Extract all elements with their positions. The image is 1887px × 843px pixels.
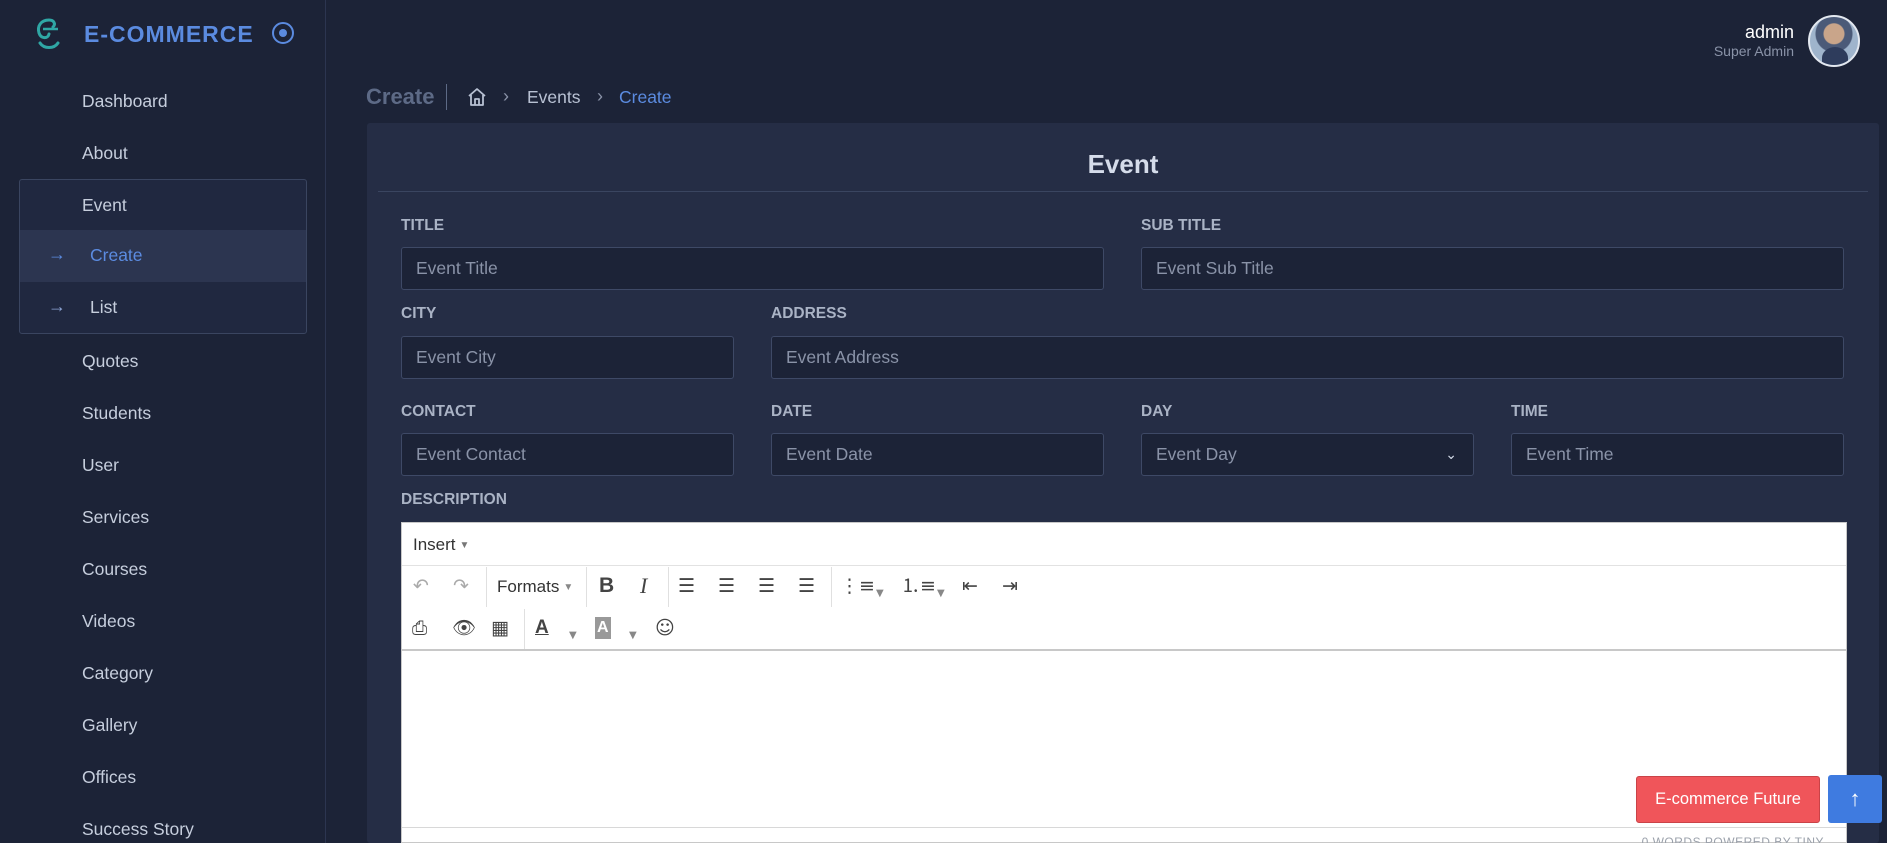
insert-menu-label: Insert (413, 535, 456, 554)
caret-down-icon[interactable]: ▼ (629, 625, 637, 647)
sidebar-item-courses[interactable]: Courses (82, 556, 147, 582)
address-label: ADDRESS (771, 305, 847, 322)
sidebar-item-event[interactable]: Event (82, 195, 127, 216)
chevron-down-icon: ⌄ (1445, 446, 1457, 462)
day-select-value: Event Day (1156, 444, 1237, 464)
sidebar-subitem-create[interactable]: → Create (20, 230, 306, 282)
sidebar-item-success-story[interactable]: Success Story (82, 816, 194, 842)
align-center-icon[interactable]: ☰ (718, 575, 735, 597)
user-name[interactable]: admin (1745, 22, 1794, 43)
caret-down-icon: ▼ (563, 582, 574, 594)
emoticon-icon[interactable]: ☺ (655, 617, 675, 639)
sidebar-item-gallery[interactable]: Gallery (82, 712, 137, 738)
toolbar-separator (524, 609, 525, 649)
sidebar-toggle-icon[interactable] (272, 22, 294, 44)
text-color-icon[interactable]: A (535, 617, 549, 639)
caret-down-icon[interactable]: ▼ (876, 583, 884, 605)
editor-statusbar: 0 WORDS POWERED BY TINY (1641, 835, 1824, 843)
numbered-list-icon[interactable]: ⒈≡ (901, 575, 936, 597)
sidebar-item-user[interactable]: User (82, 452, 119, 478)
toolbar-separator (586, 567, 587, 607)
city-label: CITY (401, 305, 437, 322)
sidebar-item-services[interactable]: Services (82, 504, 149, 530)
sidebar-item-students[interactable]: Students (82, 400, 151, 426)
scroll-to-top-button[interactable]: ↑ (1828, 775, 1882, 823)
align-left-icon[interactable]: ☰ (678, 575, 695, 597)
bold-icon[interactable]: B (599, 575, 614, 597)
media-icon[interactable]: ▦ (491, 617, 509, 639)
brand-name: E-COMMERCE (84, 20, 254, 47)
toolbar-separator (486, 567, 487, 607)
brand-logo-icon (37, 18, 60, 49)
editor-menubar: Insert ▼ (402, 523, 1846, 566)
sub-title-label: SUB TITLE (1141, 217, 1222, 234)
breadcrumb-separator: › (503, 86, 509, 106)
date-label: DATE (771, 403, 813, 420)
sidebar-item-videos[interactable]: Videos (82, 608, 135, 634)
arrow-right-icon: → (48, 296, 66, 316)
statusbar-divider (402, 827, 1846, 828)
caret-down-icon[interactable]: ▼ (937, 583, 945, 605)
background-color-icon[interactable]: A (595, 617, 611, 639)
day-select[interactable]: Event Day ⌄ (1141, 433, 1474, 476)
toolbar-separator (668, 567, 669, 607)
print-icon[interactable]: ⎙ (412, 617, 427, 639)
caret-down-icon: ▼ (459, 540, 470, 552)
bullet-list-icon[interactable]: ⋮≡ (840, 575, 875, 597)
sidebar-item-offices[interactable]: Offices (82, 764, 136, 790)
toolbar-separator (831, 567, 832, 607)
arrow-right-icon: → (48, 244, 66, 264)
form-heading: Event (1087, 149, 1159, 179)
outdent-icon[interactable]: ⇤ (962, 575, 978, 597)
description-label: DESCRIPTION (401, 491, 507, 508)
sidebar-group-event: Event → Create → List (19, 179, 307, 334)
ecommerce-future-button[interactable]: E-commerce Future (1636, 776, 1820, 823)
italic-icon[interactable]: I (640, 575, 647, 597)
formats-label: Formats (497, 577, 560, 596)
redo-icon[interactable]: ↷ (453, 575, 469, 597)
insert-menu[interactable]: Insert ▼ (413, 535, 469, 555)
page-title: Create (366, 84, 435, 109)
time-label: TIME (1511, 403, 1549, 420)
align-justify-icon[interactable]: ☰ (798, 575, 815, 597)
undo-icon[interactable]: ↶ (413, 575, 429, 597)
sidebar-item-dashboard[interactable]: Dashboard (82, 88, 168, 114)
sidebar-subitem-label: List (90, 297, 118, 317)
sidebar-item-category[interactable]: Category (82, 660, 153, 686)
indent-icon[interactable]: ⇥ (1002, 575, 1018, 597)
align-right-icon[interactable]: ☰ (758, 575, 775, 597)
breadcrumb-separator: › (597, 86, 603, 106)
divider (378, 191, 1868, 192)
brand[interactable]: E-COMMERCE (34, 14, 254, 54)
contact-label: CONTACT (401, 403, 476, 420)
preview-eye-icon[interactable]: 👁 (452, 617, 476, 639)
contact-input[interactable] (401, 433, 734, 476)
caret-down-icon[interactable]: ▼ (569, 625, 577, 647)
sidebar-item-quotes[interactable]: Quotes (82, 348, 138, 374)
editor-content-area[interactable] (402, 651, 1846, 827)
address-input[interactable] (771, 336, 1844, 379)
time-input[interactable] (1511, 433, 1844, 476)
avatar[interactable] (1808, 15, 1860, 67)
user-role: Super Admin (1713, 43, 1794, 59)
sidebar-item-about[interactable]: About (82, 140, 128, 166)
sidebar-subitem-list[interactable]: → List (20, 282, 306, 334)
breadcrumb-divider (446, 84, 447, 110)
sidebar-subitem-label: Create (90, 245, 143, 265)
home-icon[interactable] (467, 87, 487, 107)
title-label: TITLE (401, 217, 445, 234)
date-input[interactable] (771, 433, 1104, 476)
title-input[interactable] (401, 247, 1104, 290)
sidebar: E-COMMERCE Dashboard About Event → Creat… (0, 0, 326, 843)
sub-title-input[interactable] (1141, 247, 1844, 290)
formats-dropdown[interactable]: Formats ▼ (497, 577, 573, 597)
day-label: DAY (1141, 403, 1173, 420)
breadcrumb-events[interactable]: Events (527, 87, 581, 108)
breadcrumb-current: Create (619, 87, 672, 107)
city-input[interactable] (401, 336, 734, 379)
description-editor: Insert ▼ ↶ ↷ Formats ▼ B I ☰ ☰ ☰ ☰ ⋮≡ ▼ ⒈≡… (401, 522, 1847, 843)
